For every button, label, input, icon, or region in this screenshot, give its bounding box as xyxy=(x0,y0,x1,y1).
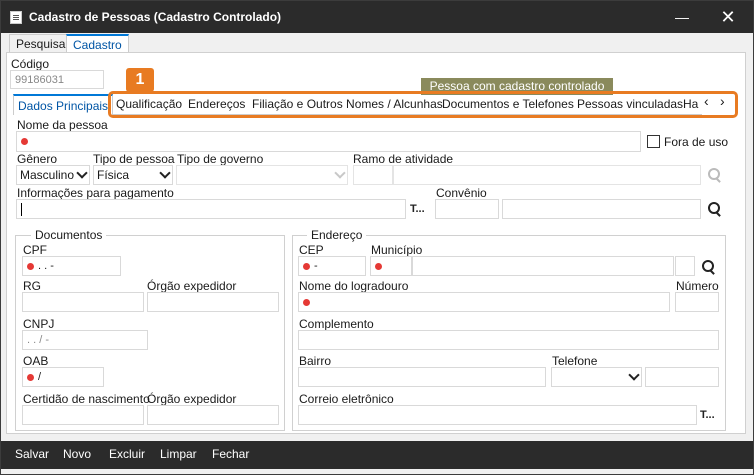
tipo-governo-select[interactable] xyxy=(176,165,348,185)
genero-label: Gênero xyxy=(17,152,58,166)
cep-mask: - xyxy=(314,260,318,272)
municipio-uf-field[interactable] xyxy=(675,256,695,276)
callout-number: 1 xyxy=(126,68,154,92)
tipo-governo-label: Tipo de governo xyxy=(177,152,264,166)
search-icon[interactable] xyxy=(701,259,717,275)
tipo-pessoa-value: Física xyxy=(97,168,130,182)
telefone-label: Telefone xyxy=(552,354,598,368)
rg-label: RG xyxy=(23,279,41,293)
tipo-pessoa-select[interactable]: Física xyxy=(93,165,173,185)
required-dot xyxy=(303,298,310,306)
genero-value: Masculino xyxy=(20,168,75,182)
ramo-label: Ramo de atividade xyxy=(353,152,454,166)
cpf-mask: . . - xyxy=(38,260,54,272)
numero-field[interactable] xyxy=(675,292,719,312)
bairro-field[interactable] xyxy=(298,367,546,387)
cep-field[interactable]: - xyxy=(298,256,366,276)
footer-toolbar: Salvar Novo Excluir Limpar Fechar xyxy=(1,441,753,469)
info-pagamento-text-button[interactable]: T... xyxy=(410,203,425,215)
documentos-title: Documentos xyxy=(31,228,107,242)
search-icon[interactable] xyxy=(707,201,723,217)
chevron-down-icon xyxy=(334,167,346,179)
chevron-down-icon xyxy=(76,167,88,179)
tab-cadastro[interactable]: Cadastro xyxy=(66,34,129,52)
required-dot xyxy=(27,262,34,270)
email-text-button[interactable]: T... xyxy=(700,409,715,421)
tab-pesquisa[interactable]: Pesquisa xyxy=(9,34,73,52)
chevron-down-icon xyxy=(628,369,640,381)
convenio-code-field[interactable] xyxy=(435,199,499,219)
new-button[interactable]: Novo xyxy=(63,447,91,461)
complemento-label: Complemento xyxy=(299,317,374,331)
nome-field[interactable] xyxy=(16,131,641,152)
cnpj-label: CNPJ xyxy=(23,317,55,331)
ramo-code-field[interactable] xyxy=(353,165,393,185)
tab-dados-principais[interactable]: Dados Principais xyxy=(13,94,114,115)
logradouro-label: Nome do logradouro xyxy=(299,279,409,293)
municipio-code-field[interactable] xyxy=(370,256,412,276)
codigo-field[interactable]: 99186031 xyxy=(10,70,104,89)
close-button[interactable]: Fechar xyxy=(212,447,249,461)
convenio-label: Convênio xyxy=(436,186,487,200)
endereco-title: Endereço xyxy=(307,228,367,242)
save-button[interactable]: Salvar xyxy=(15,447,49,461)
logradouro-field[interactable] xyxy=(298,292,670,312)
minimize-icon[interactable]: — xyxy=(659,1,705,33)
oab-mask: / xyxy=(38,371,42,383)
info-pagamento-label: Informações para pagamento xyxy=(17,186,174,200)
cpf-label: CPF xyxy=(23,243,47,257)
required-dot xyxy=(27,373,34,381)
nome-label: Nome da pessoa xyxy=(17,118,108,132)
ramo-field[interactable] xyxy=(393,165,701,185)
telefone-field[interactable] xyxy=(645,367,719,387)
cnpj-field[interactable]: . . / - xyxy=(22,330,148,350)
orgao-expedidor-field[interactable] xyxy=(147,292,279,312)
certidao-field[interactable] xyxy=(22,405,144,425)
convenio-field[interactable] xyxy=(502,199,701,219)
delete-button[interactable]: Excluir xyxy=(109,447,145,461)
tabs-highlight xyxy=(108,91,738,118)
codigo-label: Código xyxy=(11,57,50,71)
oab-label: OAB xyxy=(23,354,49,368)
close-icon[interactable]: ✕ xyxy=(705,1,751,33)
municipio-field[interactable] xyxy=(412,256,674,276)
rg-field[interactable] xyxy=(22,292,144,312)
required-dot xyxy=(303,262,310,270)
fora-de-uso-checkbox[interactable] xyxy=(647,135,660,148)
required-dot xyxy=(375,262,382,270)
clear-button[interactable]: Limpar xyxy=(160,447,197,461)
title-bar: Cadastro de Pessoas (Cadastro Controlado… xyxy=(1,1,753,33)
chevron-down-icon xyxy=(159,167,171,179)
required-dot xyxy=(21,137,28,145)
orgao-expedidor-2-label: Órgão expedidor xyxy=(147,392,237,406)
telefone-type-select[interactable] xyxy=(551,367,642,387)
email-label: Correio eletrônico xyxy=(299,392,394,406)
fora-de-uso-label: Fora de uso xyxy=(664,135,729,149)
municipio-label: Município xyxy=(371,243,423,257)
oab-field[interactable]: / xyxy=(22,367,104,387)
search-icon[interactable] xyxy=(707,167,723,183)
info-pagamento-field[interactable] xyxy=(16,199,406,219)
certidao-label: Certidão de nascimento xyxy=(23,392,150,406)
orgao-expedidor-2-field[interactable] xyxy=(147,405,279,425)
genero-select[interactable]: Masculino xyxy=(16,165,90,185)
bairro-label: Bairro xyxy=(299,354,332,368)
cadastro-window: Cadastro de Pessoas (Cadastro Controlado… xyxy=(0,0,754,475)
cep-label: CEP xyxy=(299,243,324,257)
email-field[interactable] xyxy=(298,405,697,425)
numero-label: Número xyxy=(676,279,719,293)
app-icon xyxy=(10,11,22,24)
complemento-field[interactable] xyxy=(298,330,719,350)
window-title: Cadastro de Pessoas (Cadastro Controlado… xyxy=(29,10,282,24)
tipo-pessoa-label: Tipo de pessoa xyxy=(93,152,175,166)
cpf-field[interactable]: . . - xyxy=(22,256,121,276)
orgao-expedidor-label: Órgão expedidor xyxy=(147,279,237,293)
